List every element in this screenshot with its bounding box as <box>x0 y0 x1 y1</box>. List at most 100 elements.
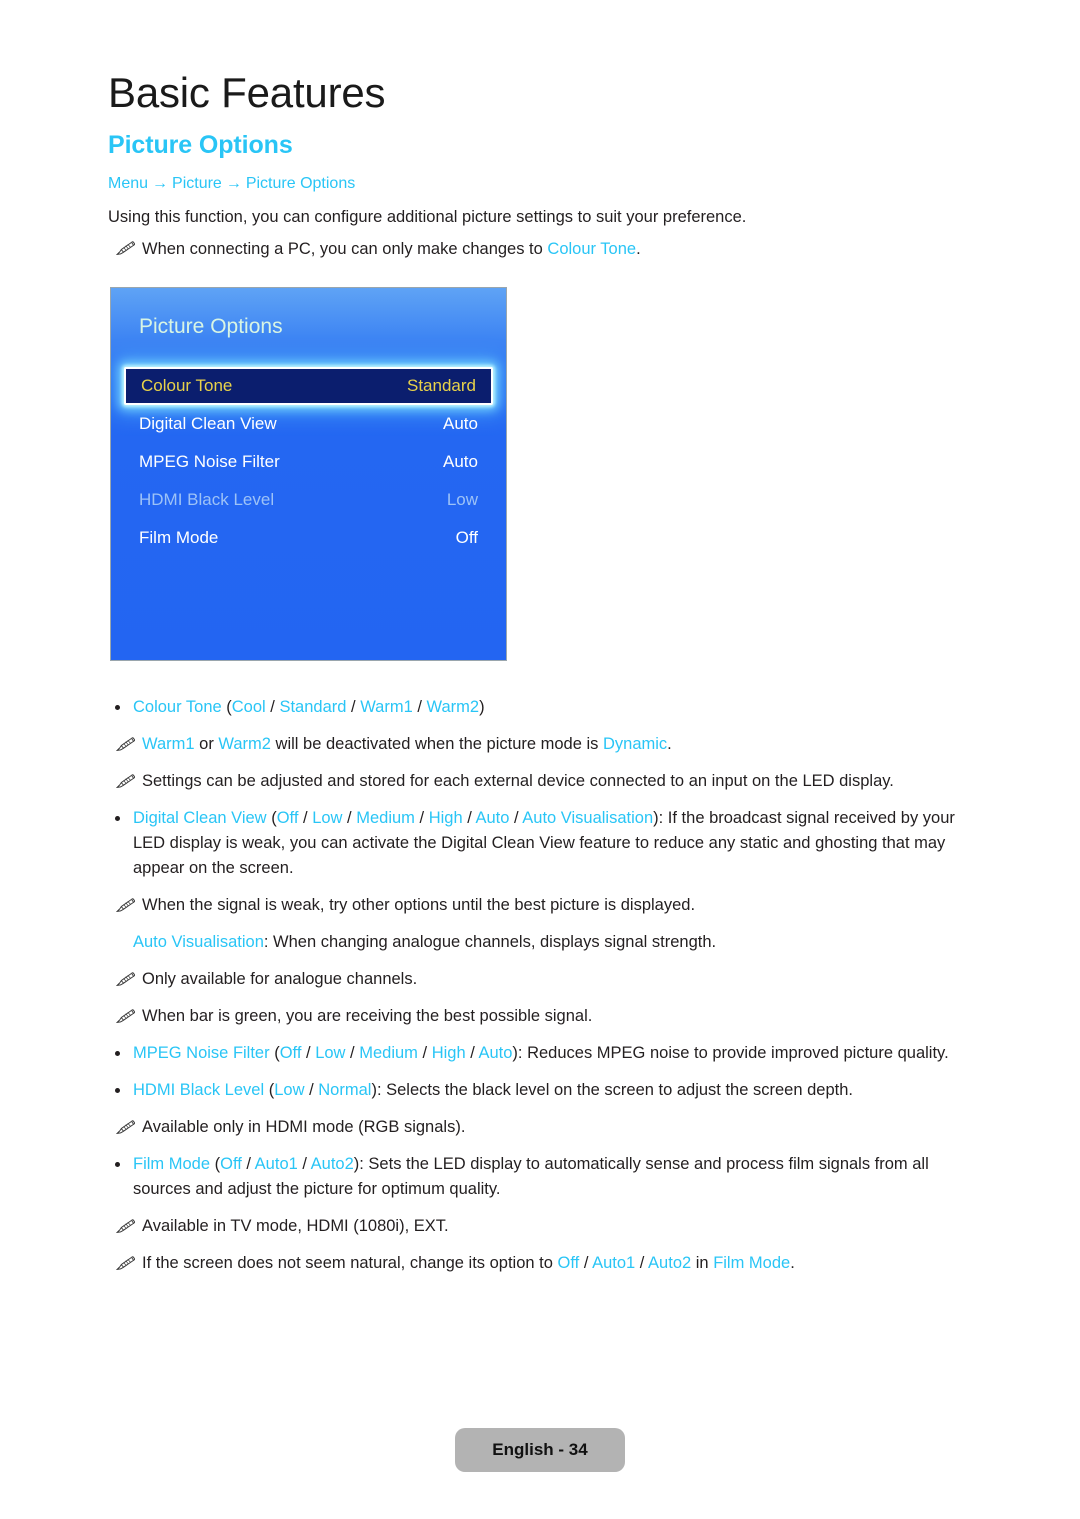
breadcrumb-item-menu: Menu <box>108 175 149 192</box>
bullet-film-mode: Film Mode (Off / Auto1 / Auto2): Sets th… <box>108 1152 988 1202</box>
osd-row-film-mode[interactable]: Film Mode Off <box>111 519 506 557</box>
separator: / <box>414 809 429 827</box>
paren-open: ( <box>264 1081 275 1099</box>
note-green-bar: When bar is green, you are receiving the… <box>108 1004 988 1029</box>
pencil-note-icon <box>116 898 135 912</box>
note-text: Available in TV mode, HDMI (1080i), EXT. <box>142 1217 449 1235</box>
option-value: Medium <box>359 1044 418 1062</box>
intro-note-link: Colour Tone <box>547 240 637 258</box>
option-value: Warm2 <box>426 698 480 716</box>
osd-row-value: Off <box>455 528 478 547</box>
note-text: in <box>691 1254 714 1272</box>
osd-row-colour-tone[interactable]: Colour Tone Standard <box>124 367 493 405</box>
note-tv-hdmi-ext: Available in TV mode, HDMI (1080i), EXT. <box>108 1214 988 1239</box>
option-name: MPEG Noise Filter <box>133 1044 270 1062</box>
option-value: Auto2 <box>648 1254 692 1272</box>
pencil-note-icon <box>116 774 135 788</box>
note-text: or <box>194 735 219 753</box>
osd-row-label: Digital Clean View <box>139 414 277 433</box>
option-value: High <box>431 1044 466 1062</box>
option-value: Warm2 <box>218 735 271 753</box>
separator: / <box>345 1044 360 1062</box>
osd-row-digital-clean-view[interactable]: Digital Clean View Auto <box>111 405 506 443</box>
option-value: Auto Visualisation <box>522 809 654 827</box>
separator: / <box>342 809 357 827</box>
osd-menu-list: Colour Tone Standard Digital Clean View … <box>111 367 506 557</box>
option-value: Medium <box>356 809 415 827</box>
osd-row-label: Colour Tone <box>141 376 233 395</box>
osd-row-value: Low <box>446 490 478 509</box>
paren-close: ) <box>479 698 485 716</box>
separator: / <box>412 698 427 716</box>
separator: / <box>509 809 523 827</box>
separator: / <box>465 1044 479 1062</box>
option-value: Off <box>220 1155 242 1173</box>
option-name: Film Mode <box>133 1155 211 1173</box>
osd-row-value: Auto <box>443 414 478 433</box>
paragraph-text: : When changing analogue channels, displ… <box>263 933 717 951</box>
separator: / <box>417 1044 432 1062</box>
option-value: Standard <box>279 698 347 716</box>
separator: / <box>265 698 280 716</box>
option-name: Colour Tone <box>133 698 222 716</box>
option-value: High <box>428 809 463 827</box>
separator: / <box>462 809 476 827</box>
bullet-hdmi-black-level: HDMI Black Level (Low / Normal): Selects… <box>108 1078 988 1103</box>
option-value: Auto <box>478 1044 513 1062</box>
page-footer-badge: English - 34 <box>455 1428 625 1472</box>
option-value: Off <box>276 809 299 827</box>
note-settings-stored: Settings can be adjusted and stored for … <box>108 769 988 794</box>
intro-paragraph: Using this function, you can configure a… <box>108 208 747 226</box>
note-text: Settings can be adjusted and stored for … <box>142 772 894 790</box>
pencil-note-icon <box>116 1009 135 1023</box>
osd-row-label: MPEG Noise Filter <box>139 452 280 471</box>
bullet-colour-tone: Colour Tone (Cool / Standard / Warm1 / W… <box>108 695 988 720</box>
paren-open: ( <box>269 1044 280 1062</box>
option-value: Off <box>279 1044 302 1062</box>
option-name: Film Mode <box>713 1254 791 1272</box>
option-value: Low <box>312 809 343 827</box>
breadcrumb: Menu → Picture → Picture Options <box>108 175 355 193</box>
osd-row-mpeg-noise-filter[interactable]: MPEG Noise Filter Auto <box>111 443 506 481</box>
bullet-description: ): Reduces MPEG noise to provide improve… <box>512 1044 949 1062</box>
note-text: When the signal is weak, try other optio… <box>142 896 696 914</box>
option-value: Low <box>315 1044 346 1062</box>
separator: / <box>241 1155 255 1173</box>
paren-open: ( <box>266 809 277 827</box>
pencil-note-icon <box>116 972 135 986</box>
separator: / <box>304 1081 319 1099</box>
note-analogue-only: Only available for analogue channels. <box>108 967 988 992</box>
intro-note-period: . <box>636 240 641 258</box>
note-screen-not-natural: If the screen does not seem natural, cha… <box>108 1251 988 1276</box>
note-text: Available only in HDMI mode (RGB signals… <box>142 1118 466 1136</box>
note-text: . <box>667 735 672 753</box>
option-value: Cool <box>231 698 266 716</box>
note-text: If the screen does not seem natural, cha… <box>142 1254 558 1272</box>
option-value: Off <box>557 1254 580 1272</box>
intro-note-text: When connecting a PC, you can only make … <box>142 240 548 258</box>
pencil-note-icon <box>116 241 135 255</box>
manual-page: Basic Features Picture Options Menu → Pict… <box>0 0 1080 1519</box>
note-text: . <box>790 1254 795 1272</box>
osd-row-value: Standard <box>407 376 476 395</box>
note-text: Only available for analogue channels. <box>142 970 418 988</box>
osd-panel-title: Picture Options <box>139 315 283 338</box>
page-title: Picture Options <box>108 131 293 159</box>
bullet-mpeg-noise-filter: MPEG Noise Filter (Off / Low / Medium / … <box>108 1041 988 1066</box>
separator: / <box>635 1254 649 1272</box>
separator: / <box>301 1044 316 1062</box>
osd-row-label: Film Mode <box>139 528 219 547</box>
note-signal-weak: When the signal is weak, try other optio… <box>108 893 988 918</box>
option-name: Digital Clean View <box>133 809 267 827</box>
option-value: Auto1 <box>592 1254 636 1272</box>
option-value: Warm1 <box>142 735 195 753</box>
separator: / <box>297 1155 311 1173</box>
pencil-note-icon <box>116 1120 135 1134</box>
note-hdmi-rgb: Available only in HDMI mode (RGB signals… <box>108 1115 988 1140</box>
separator: / <box>579 1254 593 1272</box>
bullet-digital-clean-view: Digital Clean View (Off / Low / Medium /… <box>108 806 988 881</box>
breadcrumb-arrow-icon: → <box>152 175 169 192</box>
option-name: Auto Visualisation <box>133 933 264 951</box>
pencil-note-icon <box>116 1256 135 1270</box>
note-warm-deactivated: Warm1 or Warm2 will be deactivated when … <box>108 732 988 757</box>
